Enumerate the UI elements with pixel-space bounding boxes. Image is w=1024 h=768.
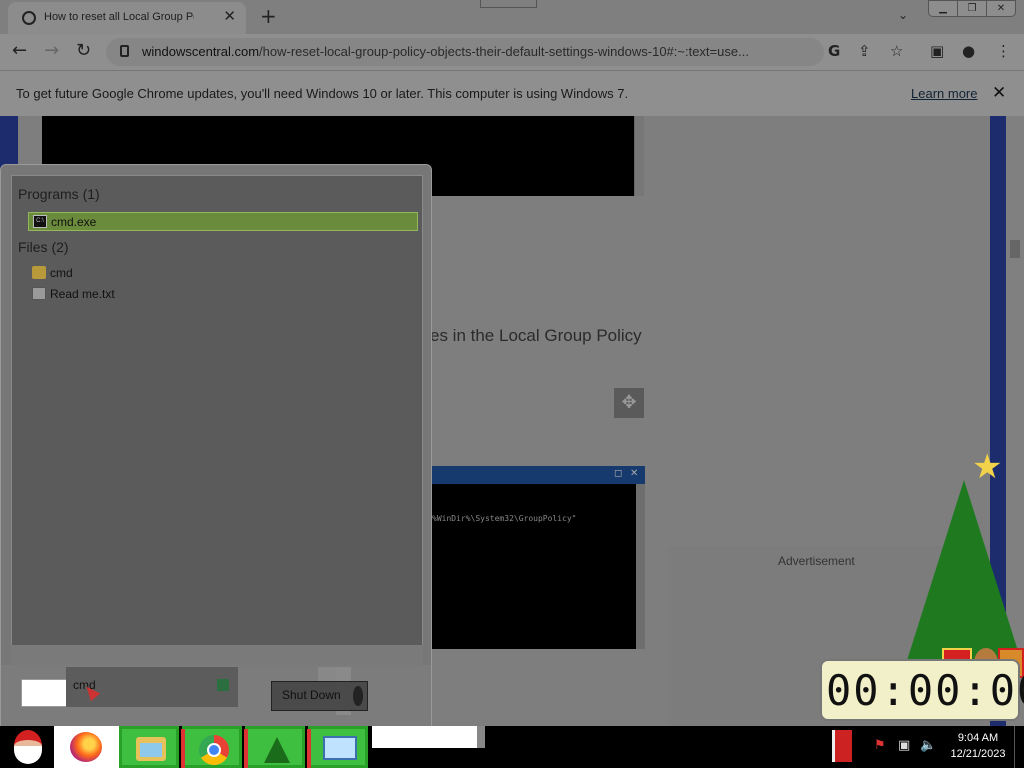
result-label: cmd: [50, 266, 73, 280]
minimize-button[interactable]: ▁: [929, 1, 958, 16]
taskbar-blank-window[interactable]: [372, 726, 479, 748]
window-drag-handle[interactable]: [480, 0, 537, 8]
cmd-screenshot-text: %WinDir%\System32\GroupPolicy": [432, 514, 577, 523]
clock-date: 12/21/2023: [950, 748, 1006, 760]
menu-icon[interactable]: ⋮: [996, 42, 1011, 60]
search-results-pane: Programs (1) C:\ cmd.exe Files (2) cmd R…: [11, 175, 423, 665]
cmd-scrollbar: [636, 484, 645, 649]
result-label: cmd.exe: [51, 215, 97, 229]
expand-image-icon[interactable]: ✥: [614, 388, 644, 418]
profile-icon[interactable]: ●: [962, 42, 975, 60]
learn-more-link[interactable]: Learn more: [911, 86, 977, 101]
search-input[interactable]: [21, 679, 67, 707]
taskbar-file-explorer[interactable]: [119, 726, 179, 768]
close-icon: ✕: [630, 468, 639, 479]
tab-close-icon[interactable]: ✕: [223, 7, 236, 25]
taskbar-firefox[interactable]: [54, 726, 119, 768]
browser-toolbar: ← → ↻ windowscentral.com/how-reset-local…: [0, 34, 1024, 70]
results-footer: [11, 645, 423, 665]
christmas-tree-icon: [264, 737, 290, 763]
result-read-me[interactable]: Read me.txt: [28, 285, 418, 304]
url-text[interactable]: windowscentral.com/how-reset-local-group…: [142, 44, 812, 59]
star-icon: ★: [972, 447, 1003, 487]
infobar-message: To get future Google Chrome updates, you…: [16, 86, 629, 101]
santa-beard: [14, 746, 42, 764]
text-file-icon: [32, 287, 46, 300]
start-menu: Programs (1) C:\ cmd.exe Files (2) cmd R…: [0, 164, 432, 726]
google-lens-icon[interactable]: G: [828, 42, 840, 60]
new-tab-button[interactable]: +: [260, 4, 277, 28]
taskbar-christmas-tree[interactable]: [244, 726, 305, 768]
infobar-close-icon[interactable]: ✕: [992, 83, 1006, 103]
volume-icon[interactable]: 🔈: [920, 738, 936, 753]
taskbar-remote-desktop[interactable]: [307, 726, 368, 768]
tab-title: How to reset all Local Group Poli: [44, 11, 194, 23]
scrollbar-thumb[interactable]: [1010, 240, 1020, 258]
tree-icon: [904, 480, 1024, 670]
side-panel-icon[interactable]: ▣: [930, 42, 944, 60]
start-button[interactable]: [2, 726, 54, 768]
clock-time: 9:04 AM: [957, 732, 999, 744]
start-menu-bottom: cmd Shut Down: [1, 665, 431, 726]
taskbar: ⚑ ▣ 🔈 9:04 AM 12/21/2023: [0, 726, 1024, 768]
maximize-icon: ◻: [614, 468, 623, 479]
divider: [181, 729, 185, 768]
cmd-screenshot-titlebar: ◻ ✕: [430, 466, 645, 484]
browser-tab[interactable]: How to reset all Local Group Poli ✕: [8, 2, 246, 34]
image-scrollbar: [634, 116, 644, 196]
flag-warning-icon[interactable]: ⚑: [874, 738, 886, 753]
network-icon[interactable]: ▣: [898, 738, 910, 753]
tab-search-icon[interactable]: ⌄: [898, 8, 908, 22]
share-icon[interactable]: ⇪: [858, 42, 871, 60]
forward-icon[interactable]: →: [44, 40, 59, 61]
divider: [307, 729, 311, 768]
shutdown-label: Shut Down: [282, 688, 341, 702]
taskbar-chrome[interactable]: [181, 726, 242, 768]
files-header[interactable]: Files (2): [18, 239, 69, 255]
shutdown-options-icon[interactable]: [353, 686, 363, 706]
window-close-button[interactable]: ✕: [987, 1, 1015, 16]
back-icon[interactable]: ←: [12, 40, 27, 61]
flag-icon: [217, 679, 229, 691]
firefox-icon: [70, 732, 102, 762]
shutdown-button[interactable]: Shut Down: [271, 681, 368, 711]
advertisement-label: Advertisement: [778, 554, 855, 568]
tab-strip: How to reset all Local Group Poli ✕ + ⌄ …: [0, 0, 1024, 34]
bookmark-star-icon[interactable]: ☆: [890, 42, 903, 60]
show-desktop-button[interactable]: [1014, 726, 1024, 768]
update-infobar: To get future Google Chrome updates, you…: [0, 70, 1024, 116]
reload-icon[interactable]: ↻: [76, 40, 91, 61]
cmd-icon: C:\: [33, 215, 47, 228]
timer-value: 00:00:00: [826, 666, 1024, 715]
remote-desktop-icon: [323, 736, 357, 760]
restore-button[interactable]: ❐: [958, 1, 987, 16]
lock-icon[interactable]: [120, 45, 129, 57]
result-cmd-exe[interactable]: C:\ cmd.exe: [28, 212, 418, 231]
file-explorer-window: [140, 743, 162, 757]
chrome-center: [207, 743, 221, 757]
globe-icon: [22, 11, 36, 25]
article-heading: es in the Local Group Policy: [430, 326, 642, 345]
window-controls: ▁ ❐ ✕: [928, 0, 1016, 17]
result-label: Read me.txt: [50, 287, 115, 301]
system-clock[interactable]: 9:04 AM 12/21/2023: [946, 730, 1010, 762]
taskbar-blank-edge: [477, 726, 485, 748]
article-cmd-screenshot: ◻ ✕ %WinDir%\System32\GroupPolicy": [430, 466, 645, 649]
url-domain: windowscentral.com: [142, 44, 260, 59]
url-path: /how-reset-local-group-policy-objects-th…: [259, 44, 749, 59]
folder-icon: [32, 266, 46, 279]
result-cmd-folder[interactable]: cmd: [28, 264, 418, 283]
action-center-icon[interactable]: [832, 730, 852, 762]
divider: [244, 729, 248, 768]
address-bar[interactable]: windowscentral.com/how-reset-local-group…: [106, 38, 824, 66]
programs-header[interactable]: Programs (1): [18, 186, 100, 202]
countdown-timer-gadget[interactable]: 00:00:00: [820, 659, 1024, 721]
